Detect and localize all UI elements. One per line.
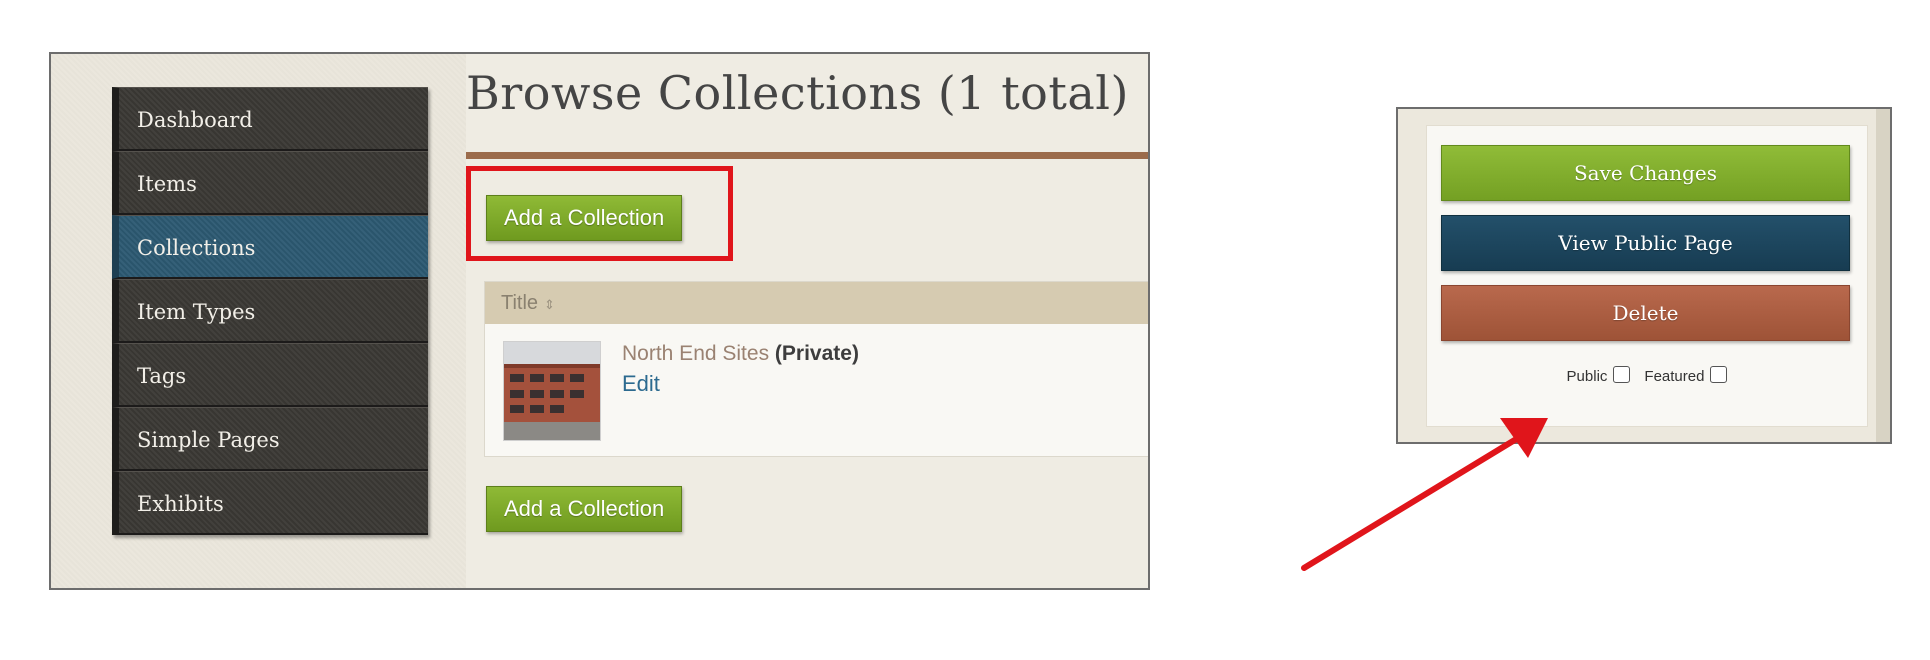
column-header-title[interactable]: Title: [501, 292, 538, 314]
save-changes-button[interactable]: Save Changes: [1441, 145, 1850, 201]
sidebar-item-dashboard[interactable]: Dashboard: [112, 87, 428, 151]
annotation-arrow-shaft: [1301, 435, 1521, 571]
sidebar-item-exhibits[interactable]: Exhibits: [112, 471, 428, 535]
public-checkbox[interactable]: [1613, 366, 1631, 383]
collection-edit-panel-screenshot: Save Changes View Public Page Delete Pub…: [1396, 107, 1892, 444]
page-title: Browse Collections (1 total): [466, 66, 1129, 120]
featured-label: Featured: [1644, 368, 1705, 385]
sidebar-item-items[interactable]: Items: [112, 151, 428, 215]
title-divider: [466, 152, 1148, 159]
featured-checkbox[interactable]: [1710, 366, 1728, 383]
panel-edge: [1876, 109, 1890, 442]
save-panel: Save Changes View Public Page Delete Pub…: [1426, 125, 1868, 427]
sort-icon[interactable]: ⇕: [544, 297, 555, 312]
add-collection-button[interactable]: Add a Collection: [486, 195, 683, 241]
edit-link[interactable]: Edit: [622, 371, 660, 397]
building-thumbnail[interactable]: [503, 341, 601, 441]
public-label: Public: [1566, 368, 1608, 385]
admin-browse-collections-screenshot: Dashboard Items Collections Item Types T…: [49, 52, 1150, 590]
sidebar-item-tags[interactable]: Tags: [112, 343, 428, 407]
collections-table: Title ⇕ North End Sites (Private) Edit: [484, 281, 1148, 457]
main-content: Browse Collections (1 total) Add a Colle…: [466, 54, 1148, 588]
collection-status: (Private): [774, 342, 859, 365]
view-public-page-button[interactable]: View Public Page: [1441, 215, 1850, 271]
add-collection-button-bottom[interactable]: Add a Collection: [486, 486, 683, 532]
sidebar-item-item-types[interactable]: Item Types: [112, 279, 428, 343]
table-header: Title ⇕: [485, 282, 1148, 324]
sidebar-item-simple-pages[interactable]: Simple Pages: [112, 407, 428, 471]
collection-title: North End Sites (Private): [622, 342, 859, 366]
delete-button[interactable]: Delete: [1441, 285, 1850, 341]
visibility-options: Public Featured: [1427, 366, 1867, 385]
building-thumbnail-image: [504, 342, 600, 440]
sidebar-item-collections[interactable]: Collections: [112, 215, 428, 279]
admin-sidebar: Dashboard Items Collections Item Types T…: [112, 87, 428, 535]
collection-title-link[interactable]: North End Sites: [622, 342, 769, 365]
